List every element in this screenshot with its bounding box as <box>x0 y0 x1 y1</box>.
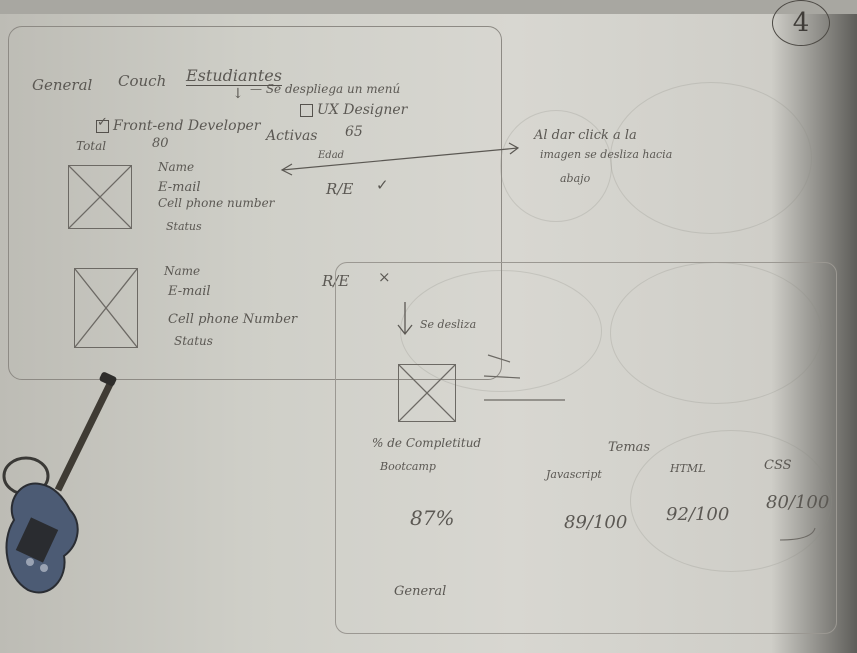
topic-score: 89/100 <box>564 512 628 533</box>
completion-sublabel: Bootcamp <box>380 460 436 473</box>
topic-score: 92/100 <box>666 504 730 525</box>
temas-label: Temas <box>608 440 651 455</box>
completion-label: % de Completitud <box>372 436 482 450</box>
click-note: imagen se desliza hacia <box>540 148 673 161</box>
topic-score: 80/100 <box>766 492 830 513</box>
click-note: abajo <box>560 172 591 185</box>
topic-name: Javascript <box>546 468 602 481</box>
topic-name: CSS <box>764 458 792 473</box>
topic-name: HTML <box>670 462 706 475</box>
click-note: Al dar click a la <box>534 128 637 143</box>
footer-general[interactable]: General <box>394 584 446 599</box>
image-placeholder-icon[interactable] <box>398 364 456 422</box>
completion-value: 87% <box>410 506 455 530</box>
guitar-icon <box>2 372 117 594</box>
